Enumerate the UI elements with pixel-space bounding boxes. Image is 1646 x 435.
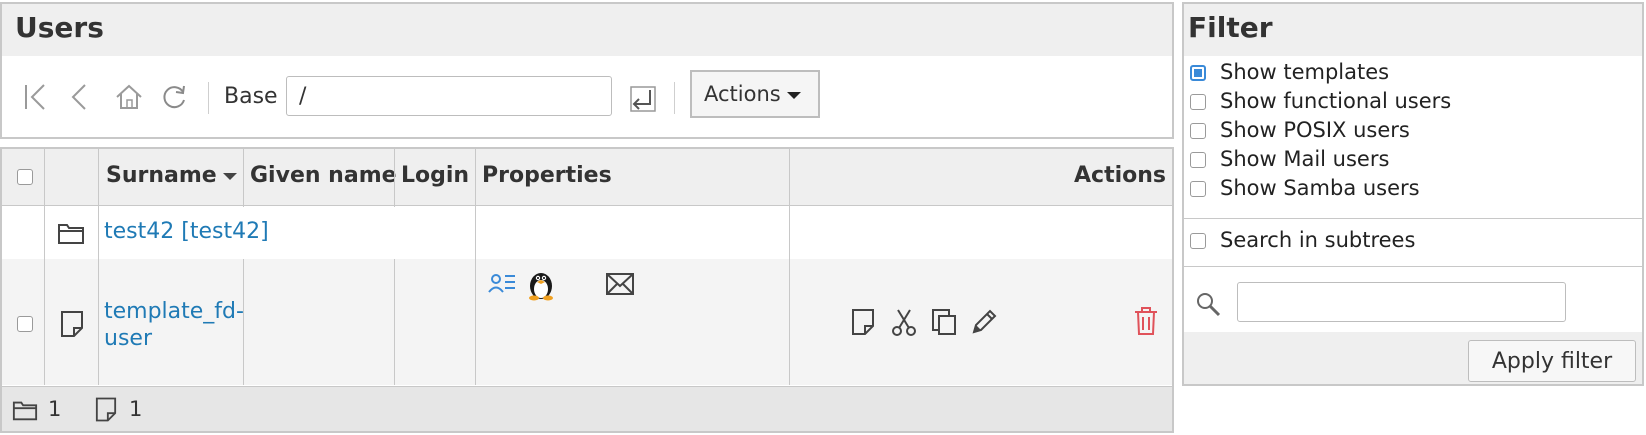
filter-search-input[interactable] [1237, 282, 1566, 322]
column-divider [98, 259, 99, 385]
column-header-surname[interactable]: Surname [106, 163, 237, 188]
filter-option-label: Show POSIX users [1220, 118, 1410, 142]
template-link-line: user [104, 326, 152, 351]
folder-icon [57, 220, 85, 246]
show-samba-checkbox[interactable] [1190, 181, 1206, 197]
template-link-line: template_fd- [104, 299, 244, 324]
table-row[interactable]: test42 [test42] [2, 207, 1172, 259]
column-divider [394, 259, 395, 385]
show-templates-checkbox[interactable] [1190, 65, 1206, 81]
search-icon [1194, 290, 1222, 318]
select-all-checkbox[interactable] [17, 169, 33, 185]
column-header-login[interactable]: Login [401, 163, 469, 188]
column-header-properties: Properties [482, 163, 612, 188]
show-posix-checkbox[interactable] [1190, 123, 1206, 139]
toolbar: Base Actions [2, 56, 1172, 137]
filter-divider [1184, 218, 1642, 219]
column-surname-label: Surname [106, 163, 217, 188]
column-divider [475, 259, 476, 385]
column-divider [475, 149, 476, 207]
actions-menu-label: Actions [704, 82, 781, 106]
column-divider [789, 149, 790, 207]
delete-icon[interactable] [1133, 306, 1159, 336]
filter-panel: Filter Show templates Show functional us… [1182, 2, 1644, 386]
template-icon [95, 396, 117, 423]
reload-icon[interactable] [159, 82, 189, 112]
column-divider [243, 149, 244, 207]
filter-option-label: Show functional users [1220, 89, 1452, 113]
filter-actions: Apply filter [1184, 332, 1642, 384]
sort-desc-icon [222, 172, 237, 180]
column-header-given-name[interactable]: Given name [250, 163, 397, 188]
users-panel: Users Base Actions [0, 2, 1174, 139]
search-subtrees-checkbox[interactable] [1190, 233, 1206, 249]
template-icon [60, 310, 84, 338]
users-table: Surname Given name Login Properties Acti… [0, 147, 1174, 433]
folder-count: 1 [48, 397, 62, 421]
apply-filter-button[interactable]: Apply filter [1468, 340, 1636, 382]
folder-icon [12, 397, 38, 423]
users-header: Users [2, 4, 1172, 56]
chevron-down-icon [786, 91, 801, 99]
table-header: Surname Given name Login Properties Acti… [2, 149, 1172, 206]
page-title: Users [15, 11, 104, 44]
user-card-icon [488, 271, 516, 299]
column-divider [44, 207, 45, 259]
column-divider [44, 259, 45, 385]
penguin-posix-icon [524, 267, 558, 301]
edit-icon[interactable] [851, 308, 875, 336]
home-icon[interactable] [114, 82, 144, 112]
filter-header: Filter [1184, 4, 1642, 56]
filter-divider [1184, 266, 1642, 267]
filter-title: Filter [1188, 11, 1273, 44]
column-divider [789, 207, 790, 259]
toolbar-divider [674, 82, 675, 114]
first-page-icon[interactable] [22, 82, 52, 112]
base-label: Base [224, 84, 278, 109]
cut-icon[interactable] [891, 308, 917, 336]
column-divider [789, 259, 790, 385]
back-icon[interactable] [65, 82, 95, 112]
mail-icon [605, 271, 635, 297]
row-checkbox[interactable] [17, 316, 33, 332]
table-footer: 1 1 [2, 386, 1172, 431]
base-input[interactable] [286, 76, 612, 116]
department-link[interactable]: test42 [test42] [104, 219, 269, 244]
filter-option-label: Show Samba users [1220, 176, 1420, 200]
show-mail-checkbox[interactable] [1190, 152, 1206, 168]
column-header-actions: Actions [1074, 163, 1166, 188]
column-divider [475, 207, 476, 259]
template-link[interactable]: template_fd- user [104, 298, 244, 352]
pencil-icon[interactable] [970, 308, 998, 336]
template-count: 1 [129, 397, 143, 421]
toolbar-divider [208, 82, 209, 114]
table-row[interactable]: template_fd- user [2, 259, 1172, 385]
filter-option-label: Search in subtrees [1220, 228, 1416, 252]
submit-base-icon[interactable] [628, 84, 658, 114]
column-divider [394, 149, 395, 207]
column-divider [44, 149, 45, 207]
filter-option-label: Show templates [1220, 60, 1390, 84]
column-divider [98, 207, 99, 259]
show-functional-checkbox[interactable] [1190, 94, 1206, 110]
column-divider [98, 149, 99, 207]
actions-menu-button[interactable]: Actions [690, 70, 820, 118]
filter-option-label: Show Mail users [1220, 147, 1390, 171]
copy-icon[interactable] [931, 308, 957, 336]
